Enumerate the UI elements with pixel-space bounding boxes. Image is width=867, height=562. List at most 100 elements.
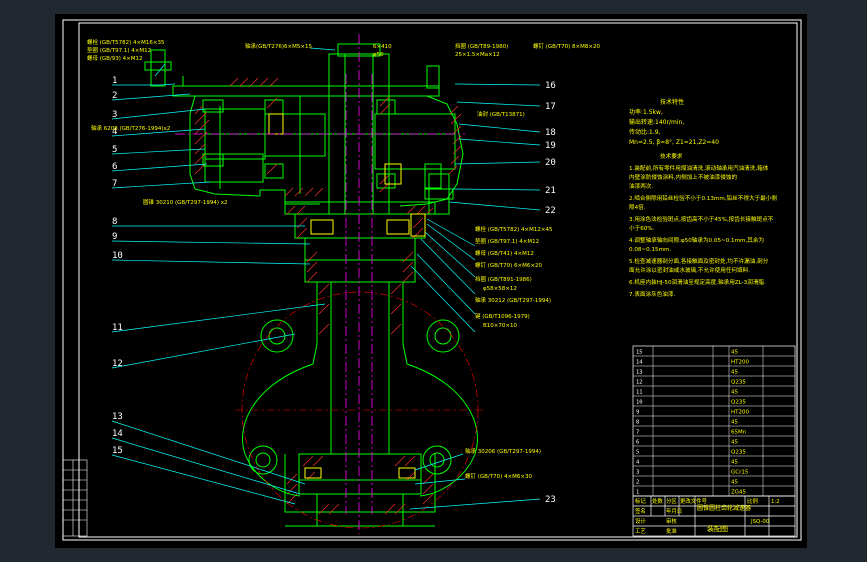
tech-req-line-4: 隙4倍. [629,203,646,211]
callout-7: 7 [112,179,117,189]
annot-top-right-1: 挡圈 (GB/T89-1980) [455,42,508,50]
round-gear-housing [242,319,478,497]
tech-requirements-block: 技术要求 1.装配前,所有零件用煤油清洗,滚动轴承用汽油清洗,箱体 内壁涂防侵蚀… [629,152,777,298]
tb-role-0: 设计 [635,517,646,525]
parts-index-cell: 6 [636,440,639,446]
annot-right-stack-4: 挡圈 (GB/T891-1986) [475,275,532,283]
annot-lower-left-bearing: 圆锥 30210 (GB/T297-1994) x2 [143,198,228,206]
callout-6: 6 [112,162,117,172]
parts-material-cell: 45 [731,350,738,356]
parts-index-cell: 7 [636,430,639,436]
tech-spec-block: 技术特性 功率:1.5kw, 输出转速:140r/min, 传动比:1.9, M… [629,98,719,146]
callout-13: 13 [112,412,123,422]
callout-2: 2 [112,91,117,101]
annot-top-fit: φ50 [373,52,384,58]
annot-right-stack-0: 螺栓 (GB/T5782) 4×M12×45 [475,225,553,233]
callout-18: 18 [545,128,556,138]
callout-23: 23 [545,495,556,505]
annot-top-center: 轴承(GB/T276)6×M5×15 [245,42,312,50]
callout-19: 19 [545,141,556,151]
tb-scale: 1:2 [771,499,780,505]
parts-index-cell: 10 [636,400,643,406]
tech-req-line-11: 6.机座内装HJ-50润滑油至规定高度,轴承用ZL-3润滑脂. [629,278,766,286]
parts-index-cell: 15 [636,350,643,356]
callout-17: 17 [545,102,556,112]
parts-material-cell: 65Mn [731,430,747,436]
annot-top-left-0: 螺栓 (GB/T5782) 4×M16×35 [87,38,165,46]
annot-right-stack-2: 螺母 (GB/T41) 4×M12 [475,249,534,257]
parts-material-cell: HT200 [731,360,749,366]
tech-req-line-9: 5.检查减速器剖分面,各接触面及密封处,均不许漏油,剖分 [629,257,769,265]
tb-header-2: 分区 [666,497,677,505]
pitch-circle [235,291,485,529]
annot-bottom-right-1: 轴承 30206 (GB/T297-1994) [465,447,541,455]
annot-right-stack-3: 螺钉 (GB/T70) 6×M6×20 [475,261,542,269]
tech-req-title: 技术要求 [660,152,683,160]
tb-product-name: 圆锥圆柱齿轮减速器 [697,504,751,512]
annot-right-stack-8: B10×70×10 [483,323,517,329]
tech-req-line-1: 内壁涂防侵蚀涂料,内侧加上不被油漆侵蚀的 [629,173,737,181]
tech-spec-line-2: 传动比:1.9, [629,128,661,136]
parts-index-cell: 13 [636,370,643,376]
tech-req-line-3: 2.啮合侧隙用铅丝检验不小于0.13mm,铅丝不得大于最小侧 [629,194,777,202]
tb-header-5: 年月日 [666,507,682,515]
tech-req-line-12: 7.表面涂灰色油漆. [629,290,675,298]
drawing-sheet: 1 2 3 4 5 6 7 8 9 10 11 12 13 14 15 16 1… [55,14,807,548]
parts-index-cell: 14 [636,360,643,366]
annot-top-far-right: 螺钉 (GB/T70) 8×M8×20 [533,42,600,50]
tb-drawing-no: JSQ-00 [750,519,770,525]
parts-index-cell: 11 [636,390,643,396]
tech-req-line-7: 4.调整轴承轴向间隙:φ50轴承为0.05~0.1mm,其余为 [629,236,764,244]
tb-role-3: 批准 [666,527,677,535]
annot-right-stack-5: φ58×58×12 [483,286,517,292]
parts-material-cell: 45 [731,370,738,376]
binding-strip-table [62,459,88,537]
callout-20: 20 [545,158,556,168]
callout-12: 12 [112,359,123,369]
vertical-shaft [284,43,436,527]
callout-22: 22 [545,206,556,216]
callout-numbers-right: 16 17 18 19 20 21 22 23 [545,81,556,505]
parts-material-cell: 45 [731,480,738,486]
parts-index-cell: 2 [636,480,639,486]
callout-numbers-left: 1 2 3 4 5 6 7 8 9 10 11 12 13 14 15 [112,76,123,456]
tb-role-2: 工艺 [635,528,646,535]
annot-mid-left-bearing: 轴承 6208 (GB/T276-1994)x2 [91,124,170,132]
parts-material-cell: GCr15 [731,470,749,476]
annot-bottom-right-2: 螺钉 (GB/T70) 4×M6×30 [465,472,532,480]
tb-drawing-type: 装配图 [707,524,728,533]
parts-material-cell: HT200 [731,410,749,416]
annot-right-stack-6: 轴承 30212 (GB/T297-1994) [475,296,551,304]
callout-3: 3 [112,110,117,120]
tech-req-line-0: 1.装配前,所有零件用煤油清洗,滚动轴承用汽油清洗,箱体 [629,164,769,172]
annot-right-stack-1: 垫圈 (GB/T97.1) 4×M12 [475,237,539,245]
parts-index-cell: 5 [636,450,639,456]
annot-right-stack-7: 键 (GB/T1096-1979) [475,312,530,320]
tb-header-0: 标记 [635,497,646,505]
annot-top-right-2: 25×1.5×Ma×12 [455,52,500,58]
parts-material-cell: Q235 [731,450,746,456]
parts-index-cell: 8 [636,420,639,426]
tech-req-line-5: 3.用涂色法检验斑点,按齿高不小于45%,按齿长接触斑点不 [629,215,774,223]
tech-spec-line-3: Mn=2.5, β=8°, Z1=21,Z2=40 [629,139,719,146]
tech-req-line-2: 油漆两次. [629,182,653,190]
tech-req-line-8: 0.08~0.15mm. [629,247,671,253]
tech-spec-title: 技术特性 [660,98,684,106]
callout-14: 14 [112,429,123,439]
callout-8: 8 [112,217,117,227]
parts-material-cell: 45 [731,390,738,396]
callout-11: 11 [112,323,123,333]
annot-top-rv: 6×410 [373,44,392,50]
callout-1: 1 [112,76,117,86]
annot-top-left-1: 垫圈 (GB/T97.1) 4×M12 [87,46,151,54]
callout-9: 9 [112,232,117,242]
parts-material-cell: Q235 [731,380,746,386]
callout-10: 10 [112,251,123,261]
callout-15: 15 [112,446,123,456]
parts-index-cell: 4 [636,460,640,466]
parts-material-cell: 45 [731,460,738,466]
tb-header-4: 签名 [635,507,646,515]
tech-spec-line-1: 输出转速:140r/min, [629,118,684,126]
parts-index-cell: 9 [636,410,639,416]
tech-req-line-10: 面允许涂以密封油或水玻璃,不允许使用任何填料. [629,266,750,274]
